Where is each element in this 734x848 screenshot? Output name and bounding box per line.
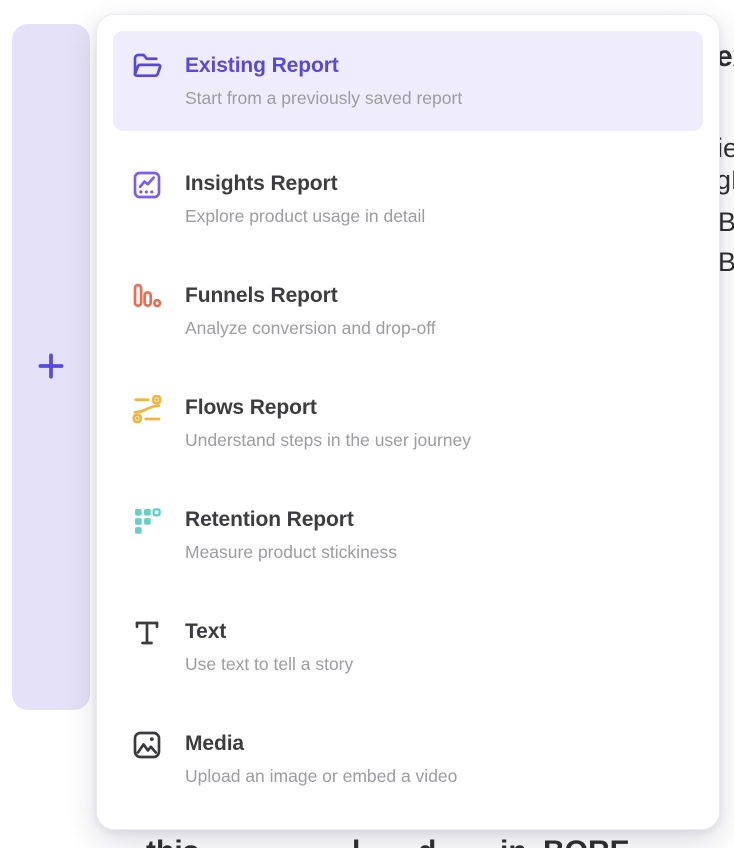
menu-item-media[interactable]: Media Upload an image or embed a video <box>113 703 703 815</box>
background-text-fragment: B <box>718 247 734 278</box>
background-text-fragment: d <box>418 835 436 848</box>
plus-icon <box>34 349 68 386</box>
folder-open-icon <box>131 51 163 83</box>
add-report-menu: Existing Report Start from a previously … <box>96 14 720 830</box>
flows-icon <box>131 393 163 425</box>
add-content-button[interactable] <box>33 349 69 385</box>
funnel-bars-icon <box>131 281 163 313</box>
media-image-icon <box>131 729 163 761</box>
background-text-fragment: l <box>352 835 360 848</box>
add-report-menu-list: Existing Report Start from a previously … <box>113 31 703 815</box>
menu-item-insights[interactable]: Insights Report Explore product usage in… <box>113 143 703 255</box>
menu-item-title: Text <box>185 619 353 644</box>
background-text-fragment: in <box>500 835 527 848</box>
menu-item-subtitle: Start from a previously saved report <box>185 87 462 109</box>
insights-chart-icon <box>131 169 163 201</box>
menu-item-text[interactable]: Text Use text to tell a story <box>113 591 703 703</box>
menu-item-title: Retention Report <box>185 507 397 532</box>
menu-item-title: Insights Report <box>185 171 425 196</box>
text-icon <box>131 617 163 649</box>
add-content-rail <box>12 24 90 710</box>
menu-item-subtitle: Measure product stickiness <box>185 541 397 563</box>
menu-item-funnels[interactable]: Funnels Report Analyze conversion and dr… <box>113 255 703 367</box>
retention-grid-icon <box>131 505 163 537</box>
board-canvas: exiegBBBthisldinBORE Existing Report Sta… <box>0 0 734 848</box>
menu-item-subtitle: Understand steps in the user journey <box>185 429 471 451</box>
background-text-fragment: B <box>718 207 734 238</box>
background-text-fragment: this <box>146 835 199 848</box>
menu-item-existing[interactable]: Existing Report Start from a previously … <box>113 31 703 131</box>
menu-item-subtitle: Upload an image or embed a video <box>185 765 457 787</box>
menu-item-retention[interactable]: Retention Report Measure product stickin… <box>113 479 703 591</box>
menu-item-title: Funnels Report <box>185 283 436 308</box>
menu-item-subtitle: Use text to tell a story <box>185 653 353 675</box>
menu-item-title: Media <box>185 731 457 756</box>
background-text-fragment: BORE <box>543 835 630 848</box>
menu-item-title: Flows Report <box>185 395 471 420</box>
menu-item-subtitle: Analyze conversion and drop-off <box>185 317 436 339</box>
menu-item-flows[interactable]: Flows Report Understand steps in the use… <box>113 367 703 479</box>
menu-item-subtitle: Explore product usage in detail <box>185 205 425 227</box>
menu-item-title: Existing Report <box>185 53 462 78</box>
